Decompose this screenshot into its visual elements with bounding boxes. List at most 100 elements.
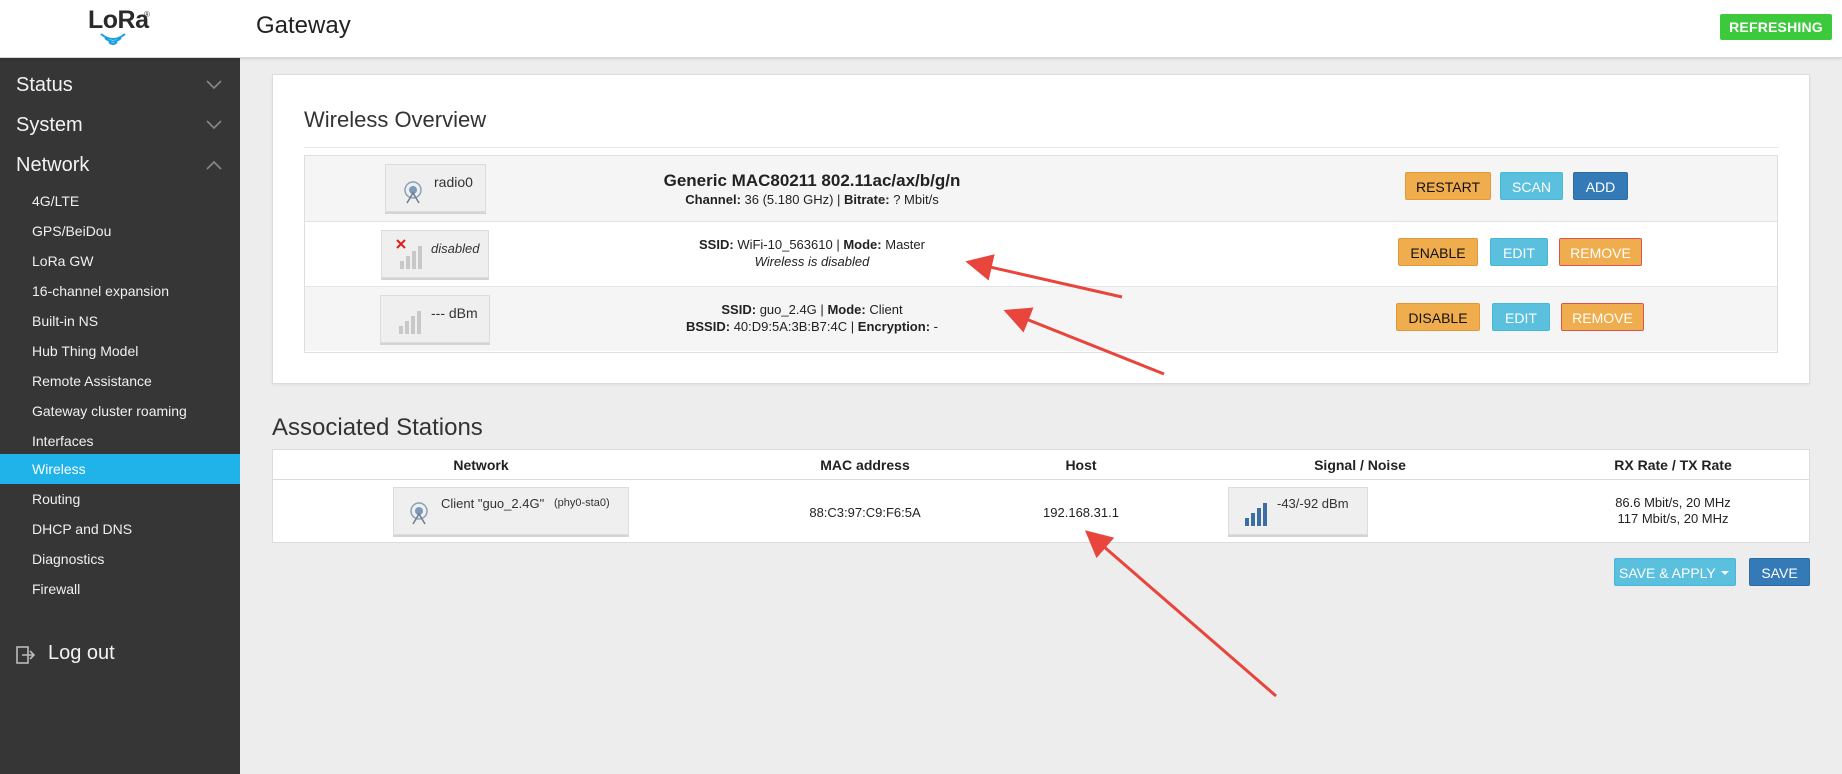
chevron-down-icon [206,80,222,90]
associated-stations-title: Associated Stations [272,414,483,441]
sidebar-item-remote-assistance[interactable]: Remote Assistance [0,366,240,396]
separator: | [850,319,855,334]
sidebar-item-wireless[interactable]: Wireless [0,454,240,484]
remove-button[interactable]: REMOVE [1561,303,1644,331]
sidebar-item-label: Diagnostics [32,551,105,567]
wireless-overview-title: Wireless Overview [304,107,487,132]
table-header: Network MAC address Host Signal / Noise … [273,450,1809,480]
logo-registered-mark: ® [144,10,150,19]
sidebar-item-gps-beidou[interactable]: GPS/BeiDou [0,216,240,246]
bssid-encryption-line: BSSID: 40:D9:5A:3B:B7:4C | Encryption: - [625,318,999,335]
sidebar-item-gateway-cluster-roaming[interactable]: Gateway cluster roaming [0,396,240,426]
column-header-network: Network [453,457,509,473]
ssid-label: SSID: [699,237,734,252]
sidebar-section-label: Status [16,74,73,96]
scan-button[interactable]: SCAN [1500,172,1563,200]
separator: | [820,302,824,317]
channel-value: 36 (5.180 GHz) [744,192,834,207]
station-rx-tx-rate: 86.6 Mbit/s, 20 MHz 117 Mbit/s, 20 MHz [1573,495,1773,527]
sidebar-item-label: 4G/LTE [32,193,80,209]
sidebar-item-dhcp-and-dns[interactable]: DHCP and DNS [0,514,240,544]
annotation-arrow [1084,530,1277,698]
separator: | [836,237,840,252]
radio-name: radio0 [434,174,473,190]
sidebar-section-status[interactable]: Status [0,66,240,106]
sidebar-item-lora-gw[interactable]: LoRa GW [0,246,240,276]
edit-button[interactable]: EDIT [1492,303,1550,331]
network-row: disabled SSID: WiFi-10_563610 | Mode: Ma… [305,221,1777,286]
refreshing-badge[interactable]: REFRESHING [1720,14,1832,40]
column-header-rx-tx-rate: RX Rate / TX Rate [1614,457,1732,473]
disable-button[interactable]: DISABLE [1396,303,1480,331]
add-button[interactable]: ADD [1573,172,1628,200]
logout-link[interactable]: Log out [0,636,240,672]
sidebar-section-label: System [16,114,83,136]
radio-device-badge: radio0 [385,164,486,212]
logout-icon [16,646,36,664]
radio-row: radio0 Generic MAC80211 802.11ac/ax/b/g/… [305,156,1777,221]
lora-logo[interactable]: LoRa ® [86,6,156,52]
radio-info: Generic MAC80211 802.11ac/ax/b/g/n Chann… [635,170,989,208]
station-signal-noise: -43/-92 dBm [1277,496,1349,511]
station-tx-rate: 117 Mbit/s, 20 MHz [1617,511,1729,526]
enable-button[interactable]: ENABLE [1398,238,1478,266]
sidebar-item-diagnostics[interactable]: Diagnostics [0,544,240,574]
sidebar-item-label: Remote Assistance [32,373,152,389]
sidebar-item-label: Interfaces [32,433,94,449]
dropdown-caret-icon[interactable] [1721,571,1729,575]
station-rx-rate: 86.6 Mbit/s, 20 MHz [1615,495,1731,510]
station-host: 192.168.31.1 [1043,505,1119,520]
signal-strength-icon [1245,503,1267,526]
sidebar-item-routing[interactable]: Routing [0,484,240,514]
save-button[interactable]: SAVE [1749,558,1810,586]
sidebar-item-label: LoRa GW [32,253,94,269]
save-and-apply-label: SAVE & APPLY [1619,565,1716,581]
mode-label: Mode: [827,302,866,317]
sidebar-section-network[interactable]: Network [0,146,240,186]
sidebar-section-system[interactable]: System [0,106,240,146]
sidebar-item-hub-thing-model[interactable]: Hub Thing Model [0,336,240,366]
mode-value: Master [885,237,925,252]
column-header-mac-address: MAC address [820,457,910,473]
divider [304,147,1778,148]
sidebar-item-label: Hub Thing Model [32,343,139,359]
mode-label: Mode: [843,237,882,252]
station-network-badge: Client "guo_2.4G" (phy0-sta0) [393,487,629,535]
sidebar-item-label: 16-channel expansion [32,283,169,299]
ssid-mode-line: SSID: WiFi-10_563610 | Mode: Master [635,236,989,253]
network-device-badge: disabled [381,230,489,278]
sidebar-item-label: Gateway cluster roaming [32,403,187,419]
network-info: SSID: guo_2.4G | Mode: Client BSSID: 40:… [625,301,999,335]
chevron-up-icon [206,160,222,170]
logo-text: LoRa [88,6,149,34]
sidebar-item-4g-lte[interactable]: 4G/LTE [0,186,240,216]
sidebar-item-firewall[interactable]: Firewall [0,574,240,604]
radio-channel-bitrate: Channel: 36 (5.180 GHz) | Bitrate: ? Mbi… [635,191,989,208]
sidebar-item-label: Firewall [32,581,81,597]
restart-button[interactable]: RESTART [1405,172,1491,200]
signal-disabled-icon [396,239,422,269]
network-device-badge: --- dBm [380,295,490,343]
sidebar-item-built-in-ns[interactable]: Built-in NS [0,306,240,336]
sidebar-item-label: GPS/BeiDou [32,223,112,239]
save-and-apply-button[interactable]: SAVE & APPLY [1614,558,1736,586]
bssid-value: 40:D9:5A:3B:B7:4C [733,319,848,334]
sidebar-item-16-channel-expansion[interactable]: 16-channel expansion [0,276,240,306]
sidebar-item-interfaces[interactable]: Interfaces [0,426,240,456]
signal-strength-icon [399,311,421,334]
sidebar-item-label: Routing [32,491,81,507]
sidebar-section-label: Network [16,154,90,176]
remove-button[interactable]: REMOVE [1559,238,1642,266]
ssid-mode-line: SSID: guo_2.4G | Mode: Client [625,301,999,318]
edit-button[interactable]: EDIT [1490,238,1548,266]
ssid-value: guo_2.4G [759,302,817,317]
wireless-overview-card: Wireless Overview radio0 Generic MAC8021… [272,74,1810,384]
sidebar-item-label: Built-in NS [32,313,99,329]
page-title: Gateway [256,12,351,39]
signal-waves-icon [100,33,126,45]
station-mac: 88:C3:97:C9:F6:5A [809,505,921,520]
wireless-disabled-note: Wireless is disabled [754,254,870,269]
wireless-device-table: radio0 Generic MAC80211 802.11ac/ax/b/g/… [304,155,1778,353]
wifi-radio-icon [404,181,422,204]
encryption-label: Encryption: [857,319,931,334]
